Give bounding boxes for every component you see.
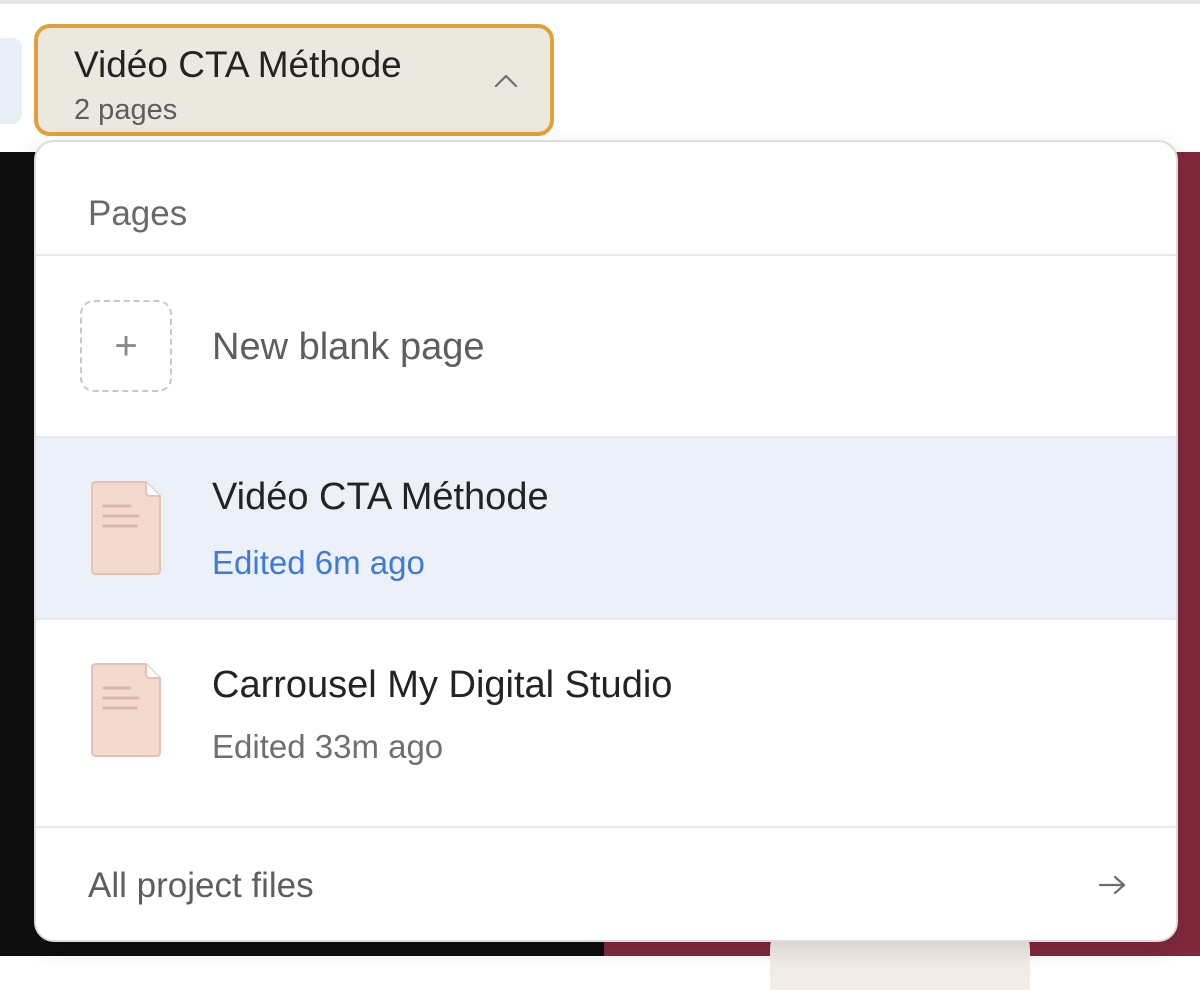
page-item-carrousel-my-digital-studio[interactable]: Carrousel My Digital Studio Edited 33m a… xyxy=(36,620,1176,826)
chevron-up-icon xyxy=(494,74,518,88)
dropdown-header: Pages xyxy=(36,142,1176,256)
previous-tab[interactable] xyxy=(0,38,22,124)
pages-dropdown: Pages + New blank page Vidéo CTA Méthode… xyxy=(34,140,1178,942)
arrow-right-icon xyxy=(1098,875,1126,895)
dropdown-heading: Pages xyxy=(88,194,188,233)
all-project-files-label: All project files xyxy=(88,866,314,905)
page-edited-time: Edited 6m ago xyxy=(212,544,425,581)
new-blank-page-label: New blank page xyxy=(212,326,485,368)
page-title: Vidéo CTA Méthode xyxy=(212,476,549,518)
page-thumbnail-icon xyxy=(91,663,161,757)
page-switcher-button[interactable]: Vidéo CTA Méthode 2 pages xyxy=(34,24,554,136)
plus-icon: + xyxy=(80,300,172,392)
all-project-files-link[interactable]: All project files xyxy=(36,826,1176,940)
page-count: 2 pages xyxy=(74,94,178,126)
page-edited-time: Edited 33m ago xyxy=(212,728,444,765)
page-title: Carrousel My Digital Studio xyxy=(212,664,673,706)
page-item-video-cta-methode[interactable]: Vidéo CTA Méthode Edited 6m ago xyxy=(36,438,1176,620)
page-thumbnail-icon xyxy=(91,481,161,575)
top-toolbar: Vidéo CTA Méthode 2 pages xyxy=(0,4,1200,152)
current-page-title: Vidéo CTA Méthode xyxy=(74,44,402,85)
new-blank-page-item[interactable]: + New blank page xyxy=(36,256,1176,438)
